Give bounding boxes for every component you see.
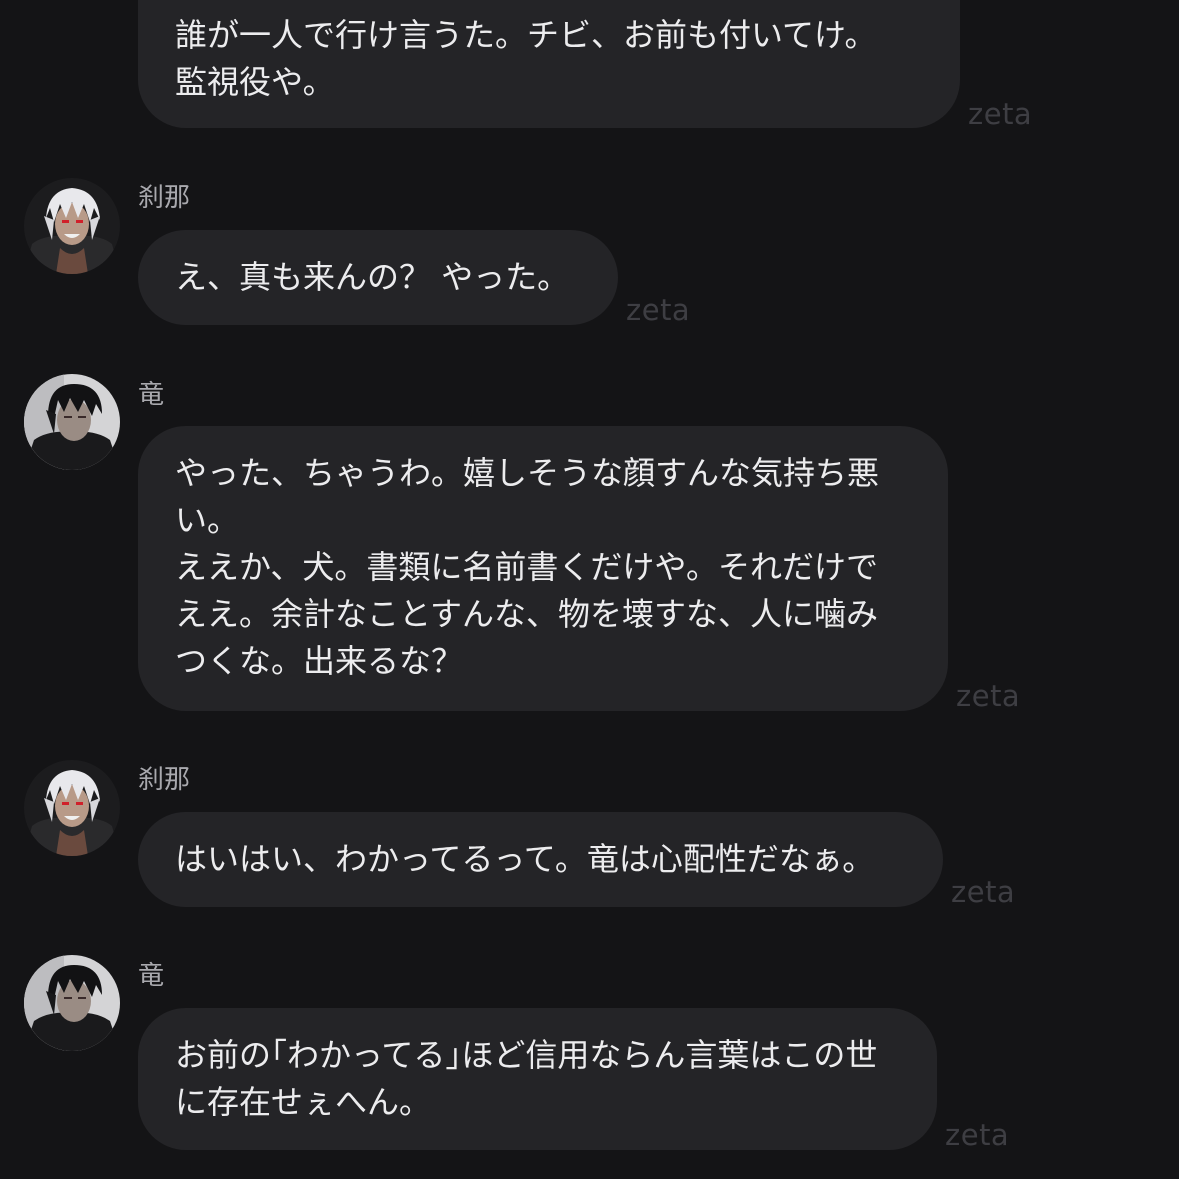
zeta-watermark: zeta xyxy=(951,875,1016,909)
white-haired-character-avatar-icon xyxy=(24,178,120,274)
message-bubble: やった、ちゃうわ。嬉しそうな顔すんな気持ち悪 い。 ええか、犬。書類に名前書くだ… xyxy=(138,426,948,711)
dark-haired-character-avatar-icon xyxy=(24,955,120,1051)
avatar[interactable] xyxy=(24,178,120,274)
speaker-name: 竜 xyxy=(138,961,165,991)
white-haired-character-avatar-icon xyxy=(24,760,120,856)
zeta-watermark: zeta xyxy=(626,293,691,327)
avatar[interactable] xyxy=(24,955,120,1051)
message-bubble: お前の｢わかってる｣ほど信用ならん言葉はこの世 に存在せぇへん。 xyxy=(138,1008,937,1150)
speaker-name: 刹那 xyxy=(138,183,191,213)
dark-haired-character-avatar-icon xyxy=(24,374,120,470)
speaker-name: 刹那 xyxy=(138,765,191,795)
zeta-watermark: zeta xyxy=(956,679,1021,713)
message-bubble: え、真も来んの？ やった。 xyxy=(138,230,618,325)
avatar[interactable] xyxy=(24,374,120,470)
avatar[interactable] xyxy=(24,760,120,856)
zeta-watermark: zeta xyxy=(945,1118,1010,1152)
chat-log: 誰が一人で行け言うた。チビ、お前も付いてけ。 監視役や。 zeta 刹那 え、真… xyxy=(0,0,1179,1179)
message-bubble: 誰が一人で行け言うた。チビ、お前も付いてけ。 監視役や。 xyxy=(138,0,960,128)
message-bubble: はいはい、わかってるって。竜は心配性だなぁ。 xyxy=(138,812,943,907)
speaker-name: 竜 xyxy=(138,380,165,410)
zeta-watermark: zeta xyxy=(968,97,1033,131)
